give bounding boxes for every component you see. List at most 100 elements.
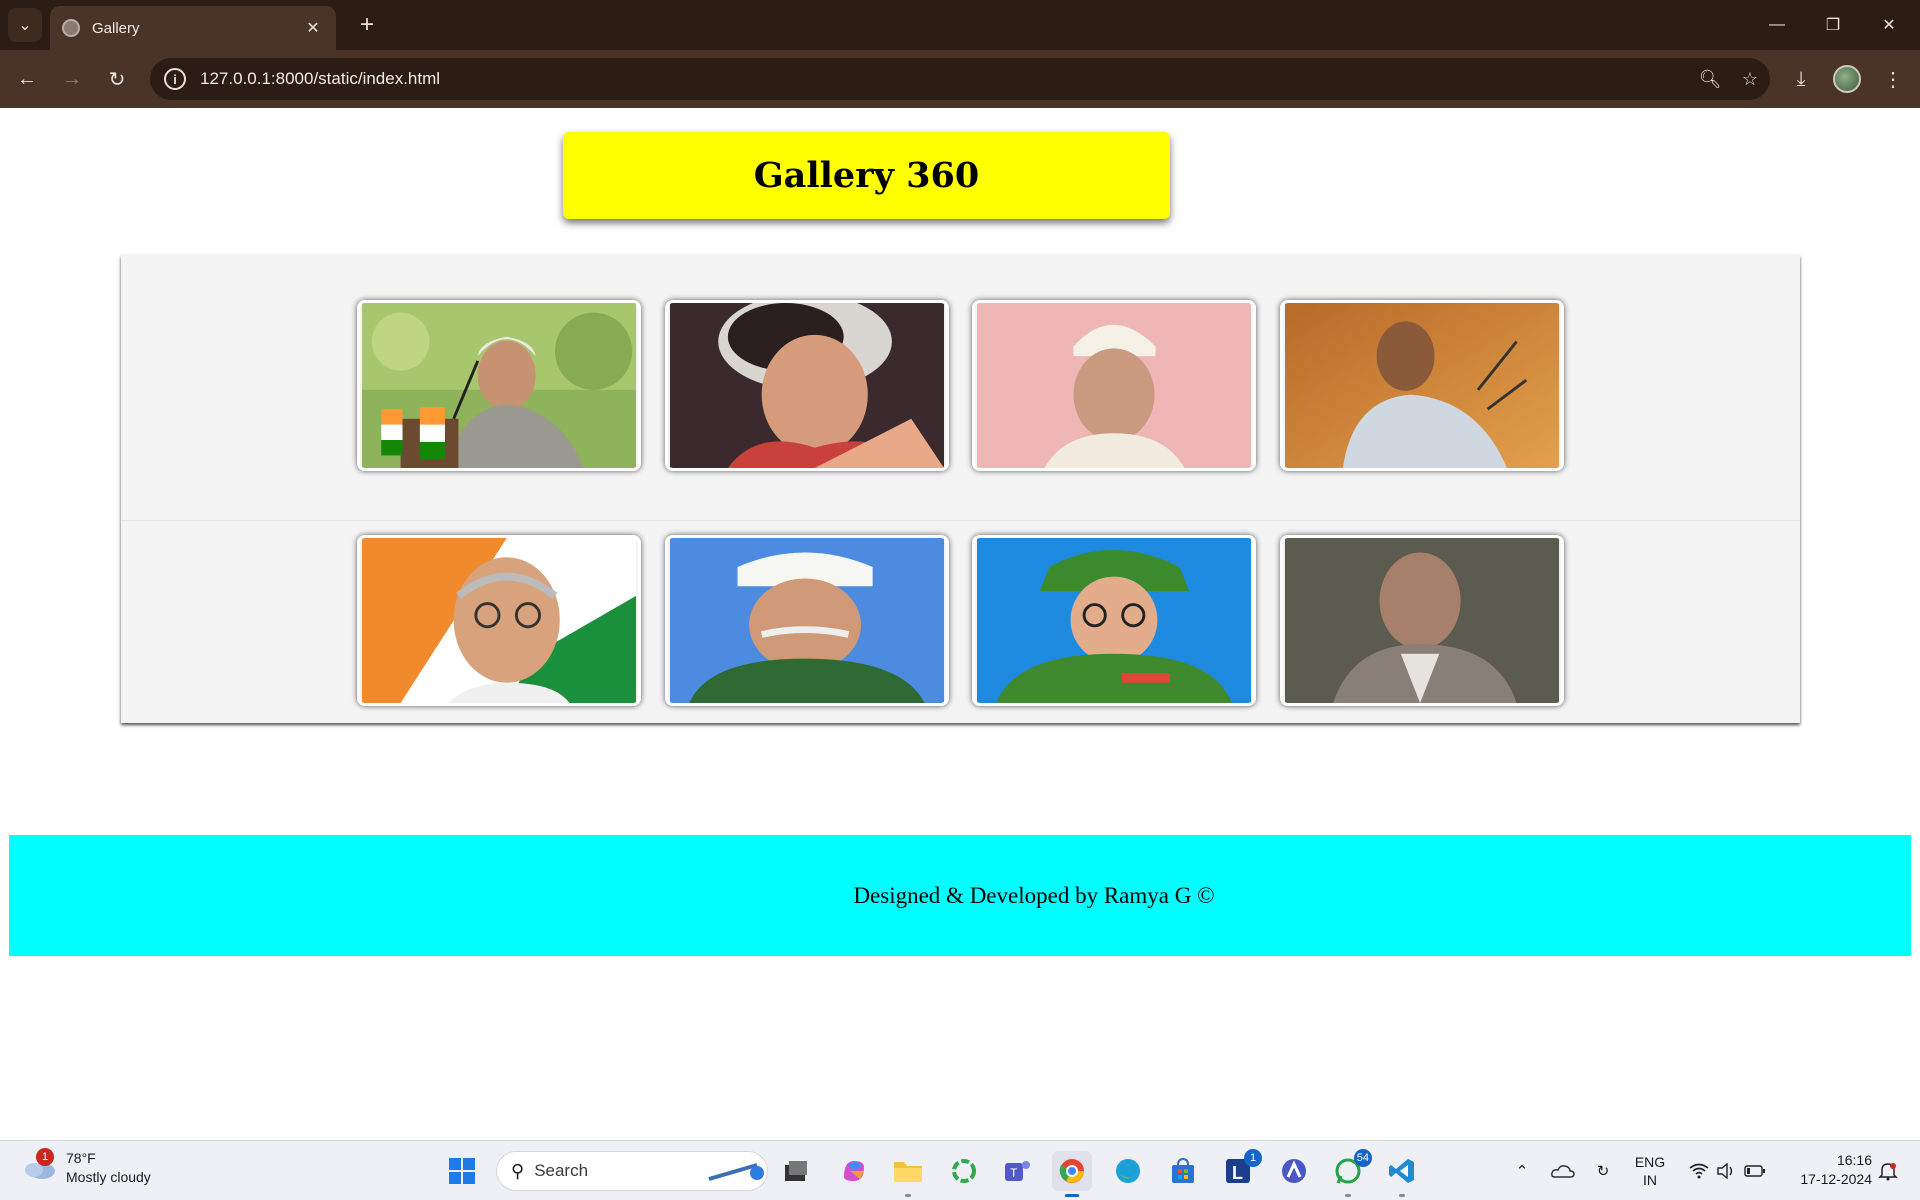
minimize-icon: — [1769,16,1785,33]
gallery-image-4[interactable] [1280,300,1564,471]
forward-button[interactable]: → [55,62,89,96]
teams-button[interactable]: T [998,1151,1038,1191]
gallery-image-2[interactable] [665,300,949,471]
downloads-button[interactable]: ⤓ [1784,62,1818,96]
arc-app-button[interactable] [1274,1151,1314,1191]
search-highlight-icon [708,1163,764,1181]
search-icon: ⚲ [511,1160,525,1181]
cloud-icon: 1 [22,1148,56,1180]
wifi-button[interactable] [1686,1151,1712,1191]
store-button[interactable] [1163,1151,1203,1191]
whatsapp-button[interactable]: 54 [1328,1149,1372,1197]
arc-app-icon [1282,1159,1306,1183]
portrait-image [361,538,637,703]
tab-gallery[interactable]: Gallery ✕ [50,6,336,50]
weather-desc: Mostly cloudy [66,1169,151,1185]
url-text[interactable]: 127.0.0.1:8000/static/index.html [200,69,1690,89]
clock-date: 17-12-2024 [1800,1171,1872,1187]
portrait-image [976,538,1252,703]
l-app-button[interactable]: L 1 [1218,1149,1262,1191]
active-indicator [1345,1194,1351,1197]
portrait-image [669,303,945,468]
clock[interactable]: 16:16 17-12-2024 [1780,1151,1872,1189]
page-viewport: Gallery 360 Designed & Developed by Ramy… [0,108,1920,1140]
minimize-button[interactable]: — [1754,8,1800,42]
file-explorer-button[interactable] [888,1151,928,1197]
edge-icon [1116,1159,1140,1183]
weather-widget[interactable]: 1 78°F Mostly cloudy [22,1148,151,1187]
language-indicator[interactable]: ENG IN [1630,1151,1670,1191]
globe-icon [62,19,80,37]
notification-badge: 1 [1244,1149,1262,1167]
svg-text:T: T [1010,1166,1018,1180]
reload-icon: ↻ [108,68,126,91]
profile-button[interactable] [1830,62,1864,96]
weather-badge: 1 [36,1148,54,1166]
start-button[interactable] [442,1151,482,1191]
vscode-icon [1389,1159,1414,1183]
menu-button[interactable]: ⋮ [1876,62,1910,96]
wifi-icon [1689,1163,1709,1179]
search-label: Search [534,1161,589,1180]
gallery-grid [121,255,1800,723]
active-indicator [1065,1194,1079,1197]
chevron-down-icon: ⌄ [18,17,32,34]
footer-credit: Designed & Developed by Ramya G © [853,882,1215,908]
sync-button[interactable]: ↻ [1588,1151,1618,1191]
portrait-image [976,303,1252,468]
zoom-icon[interactable]: 🔍︎ [1690,59,1730,99]
task-view-button[interactable] [776,1151,816,1191]
close-icon[interactable]: ✕ [302,18,324,38]
back-button[interactable]: ← [10,62,44,96]
notifications-button[interactable] [1874,1151,1902,1191]
tab-title: Gallery [92,19,140,37]
volume-button[interactable] [1714,1151,1740,1191]
gallery-image-3[interactable] [972,300,1256,471]
folder-icon [894,1162,922,1182]
edge-button[interactable] [1108,1151,1148,1191]
copilot-button[interactable] [834,1151,874,1191]
taskbar-search[interactable]: ⚲ Search [496,1151,768,1191]
gallery-image-1[interactable] [357,300,641,471]
active-indicator [905,1194,911,1197]
svg-text:L: L [1232,1163,1243,1183]
bell-icon [1878,1163,1898,1181]
vscode-button[interactable] [1382,1151,1422,1197]
site-header: Gallery 360 [563,132,1170,219]
chevron-up-icon: ⌃ [1515,1163,1529,1180]
avatar [1833,65,1861,93]
portrait-image [361,303,637,468]
clock-time: 16:16 [1836,1152,1872,1168]
address-bar[interactable]: i 127.0.0.1:8000/static/index.html 🔍︎ ☆ [150,58,1770,100]
onedrive-button[interactable] [1548,1151,1578,1191]
teams-icon: T [1005,1161,1030,1181]
battery-icon [1744,1165,1765,1177]
notification-badge: 54 [1353,1149,1372,1167]
browser-toolbar: ← → ↻ i 127.0.0.1:8000/static/index.html… [0,50,1920,108]
reload-button[interactable]: ↻ [100,62,134,96]
star-icon[interactable]: ☆ [1730,59,1770,99]
copilot-icon [844,1161,864,1181]
plus-icon: + [359,11,374,38]
show-hidden-icons-button[interactable]: ⌃ [1508,1151,1536,1191]
arrow-right-icon: → [62,67,82,90]
gallery-image-7[interactable] [972,535,1256,706]
info-icon[interactable]: i [164,68,186,90]
close-window-button[interactable]: ✕ [1866,8,1912,42]
battery-button[interactable] [1742,1151,1768,1191]
gallery-image-5[interactable] [357,535,641,706]
tab-search-button[interactable]: ⌄ [8,8,42,42]
restore-button[interactable]: ❐ [1810,8,1856,42]
chrome-button[interactable] [1052,1151,1092,1197]
app-button-ring[interactable] [944,1151,984,1191]
close-icon: ✕ [1882,17,1896,34]
language-code: ENG [1634,1154,1666,1170]
restore-icon: ❐ [1825,17,1841,34]
gallery-image-8[interactable] [1280,535,1564,706]
new-tab-button[interactable]: + [352,10,382,40]
portrait-image [669,538,945,703]
site-footer: Designed & Developed by Ramya G © [9,835,1911,956]
language-region: IN [1643,1172,1657,1188]
refresh-ring-icon [952,1159,976,1183]
gallery-image-6[interactable] [665,535,949,706]
